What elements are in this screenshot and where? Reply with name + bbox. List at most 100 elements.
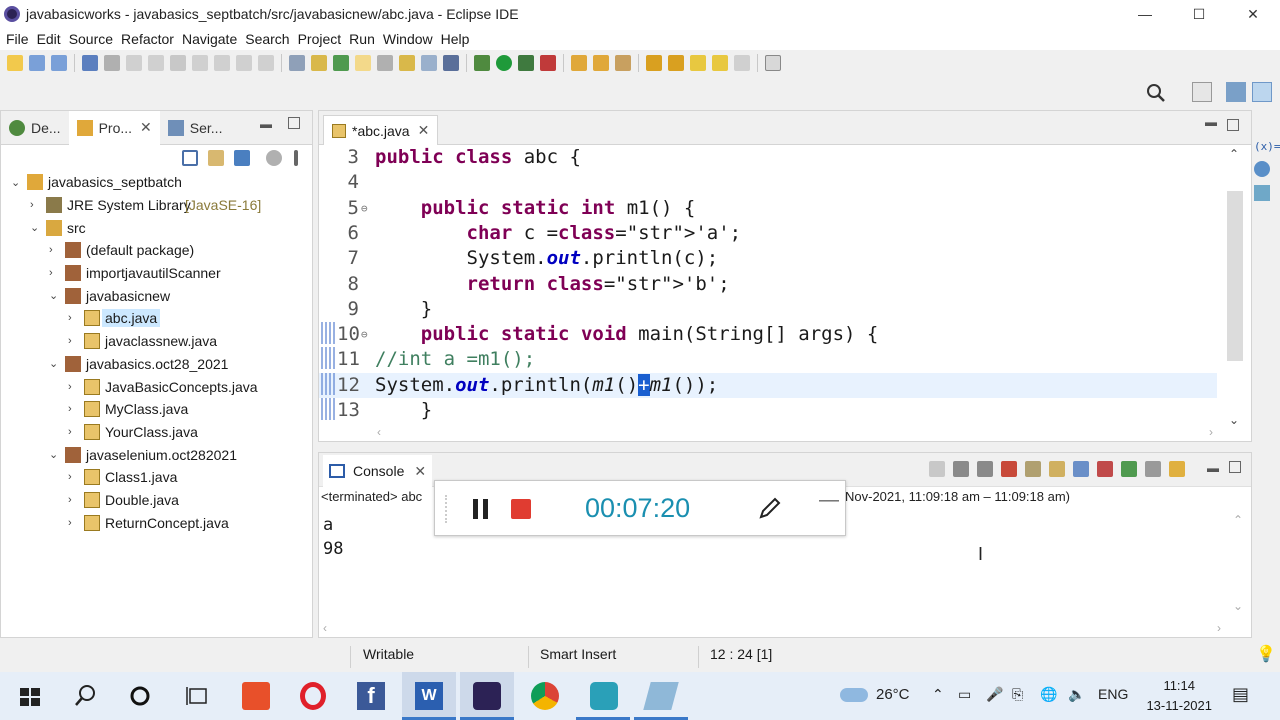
facebook-icon[interactable]: f [357, 682, 385, 710]
chevron-down-icon[interactable]: ⌄ [11, 176, 21, 189]
coverage-icon[interactable] [518, 55, 534, 71]
fold-icon[interactable]: ⊖ [361, 196, 368, 221]
lightbulb-icon[interactable]: 💡 [1256, 644, 1276, 664]
console-scroll-up-icon[interactable]: ⌃ [1233, 513, 1243, 527]
expressions-view-icon[interactable] [1254, 185, 1270, 201]
chevron-right-icon[interactable]: › [68, 403, 78, 415]
pause-icon[interactable] [473, 499, 489, 519]
menu-search[interactable]: Search [245, 31, 289, 47]
step-into-icon[interactable] [214, 55, 230, 71]
notifications-icon[interactable]: ▤ [1232, 684, 1249, 705]
remove-all-icon[interactable] [977, 461, 993, 477]
tree-item[interactable]: › importjavautilScanner [1, 262, 312, 285]
block-selection-icon[interactable] [421, 55, 437, 71]
language-indicator[interactable]: ENG [1098, 686, 1128, 702]
resume-icon[interactable] [126, 55, 142, 71]
pin-editor-icon[interactable] [765, 55, 781, 71]
code-line[interactable]: 13 } [319, 398, 1217, 423]
last-edit-icon[interactable] [690, 55, 706, 71]
terminate-console-icon[interactable] [929, 461, 945, 477]
open-project-icon[interactable] [593, 55, 609, 71]
remove-launch-icon[interactable] [953, 461, 969, 477]
maximize-editor-icon[interactable] [1227, 119, 1239, 131]
tree-item[interactable]: › abc.java [1, 307, 312, 330]
menu-project[interactable]: Project [298, 31, 342, 47]
pin-console-icon[interactable] [1121, 461, 1137, 477]
code-line[interactable]: 5 ⊖ public static int m1() { [319, 196, 1217, 221]
link-with-editor-icon[interactable] [208, 150, 224, 166]
terminal-icon[interactable] [82, 55, 98, 71]
clear-console-icon[interactable] [1001, 461, 1017, 477]
console-scroll-right-icon[interactable]: › [1217, 621, 1221, 635]
globe-icon[interactable]: 🌐 [1040, 686, 1057, 703]
tree-item[interactable]: › JRE System Library [JavaSE-16] [1, 194, 312, 217]
view-menu-icon[interactable] [294, 150, 298, 166]
scroll-lock-icon[interactable] [1025, 461, 1041, 477]
close-button[interactable]: ✕ [1226, 0, 1280, 28]
close-icon[interactable]: ✕ [418, 122, 430, 139]
chevron-right-icon[interactable]: › [68, 312, 78, 324]
scrollbar-thumb[interactable] [1227, 191, 1243, 361]
mark-occurrences-icon[interactable] [355, 55, 371, 71]
cortana-icon[interactable] [126, 682, 154, 710]
tree-item[interactable]: › javaclassnew.java [1, 330, 312, 353]
external-tools-icon[interactable] [540, 55, 556, 71]
filter-icon[interactable] [234, 150, 250, 166]
temperature[interactable]: 26°C [876, 686, 910, 703]
tree-item[interactable]: ⌄ javabasicnew [1, 284, 312, 307]
skip-breakpoints-icon[interactable] [104, 55, 120, 71]
menu-source[interactable]: Source [69, 31, 113, 47]
menu-edit[interactable]: Edit [37, 31, 61, 47]
tree-item[interactable]: › (default package) [1, 239, 312, 262]
maximize-console-icon[interactable] [1229, 461, 1241, 473]
console-scroll-left-icon[interactable]: ‹ [323, 621, 327, 635]
drag-handle[interactable] [445, 495, 449, 523]
suspend-icon[interactable] [148, 55, 164, 71]
chevron-down-icon[interactable]: ⌄ [49, 289, 59, 302]
editor-vertical-scrollbar[interactable]: ⌃ ⌄ [1225, 147, 1243, 427]
open-folder-icon[interactable] [571, 55, 587, 71]
minimize-recorder-icon[interactable]: — [819, 489, 839, 512]
code-line[interactable]: 10 ⊖ public static void main(String[] arg… [319, 322, 1217, 347]
code-line[interactable]: 4 [319, 170, 1217, 195]
disconnect-icon[interactable] [192, 55, 208, 71]
forward-icon[interactable] [734, 55, 750, 71]
volume-icon[interactable]: 🔈 [1068, 686, 1085, 703]
maximize-view-icon[interactable] [288, 117, 300, 129]
save-icon[interactable] [29, 55, 45, 71]
chevron-right-icon[interactable]: › [49, 267, 59, 279]
show-whitespace-icon[interactable] [443, 55, 459, 71]
chevron-right-icon[interactable]: › [68, 335, 78, 347]
focus-icon[interactable] [266, 150, 282, 166]
step-over-icon[interactable] [236, 55, 252, 71]
maximize-button[interactable]: ☐ [1172, 0, 1226, 28]
open-console-icon[interactable] [1169, 461, 1185, 477]
task-view-icon[interactable] [184, 682, 212, 710]
editor-horizontal-scrollbar[interactable]: ‹ › [375, 425, 1215, 439]
notepad-icon[interactable] [643, 682, 679, 710]
network-icon[interactable]: ⎘ [1012, 686, 1023, 703]
word-icon[interactable]: W [415, 682, 443, 710]
open-perspective-icon[interactable] [1192, 82, 1212, 102]
tree-item[interactable]: › Double.java [1, 489, 312, 512]
menu-navigate[interactable]: Navigate [182, 31, 237, 47]
chevron-right-icon[interactable]: › [68, 494, 78, 506]
tab-project-explorer[interactable]: Pro... ✕ [68, 110, 160, 145]
step-return-icon[interactable] [258, 55, 274, 71]
code-line[interactable]: 8 return class="str">'b'; [319, 272, 1217, 297]
code-line[interactable]: 3 public class abc { [319, 145, 1217, 170]
weather-icon[interactable] [840, 688, 868, 702]
windows-start-icon[interactable] [16, 682, 44, 710]
menu-run[interactable]: Run [349, 31, 375, 47]
minimize-console-icon[interactable]: ▬ [1207, 461, 1219, 477]
microphone-icon[interactable]: 🎤 [986, 686, 1003, 703]
toggle-block-icon[interactable] [289, 55, 305, 71]
close-icon[interactable]: ✕ [414, 463, 426, 480]
minimize-editor-icon[interactable]: ▬ [1205, 115, 1217, 129]
code-line[interactable]: 9 } [319, 297, 1217, 322]
show-stdout-icon[interactable] [1073, 461, 1089, 477]
menu-window[interactable]: Window [383, 31, 433, 47]
tab-console[interactable]: Console ✕ [323, 455, 433, 487]
chevron-right-icon[interactable]: › [68, 517, 78, 529]
new-icon[interactable] [7, 55, 23, 71]
